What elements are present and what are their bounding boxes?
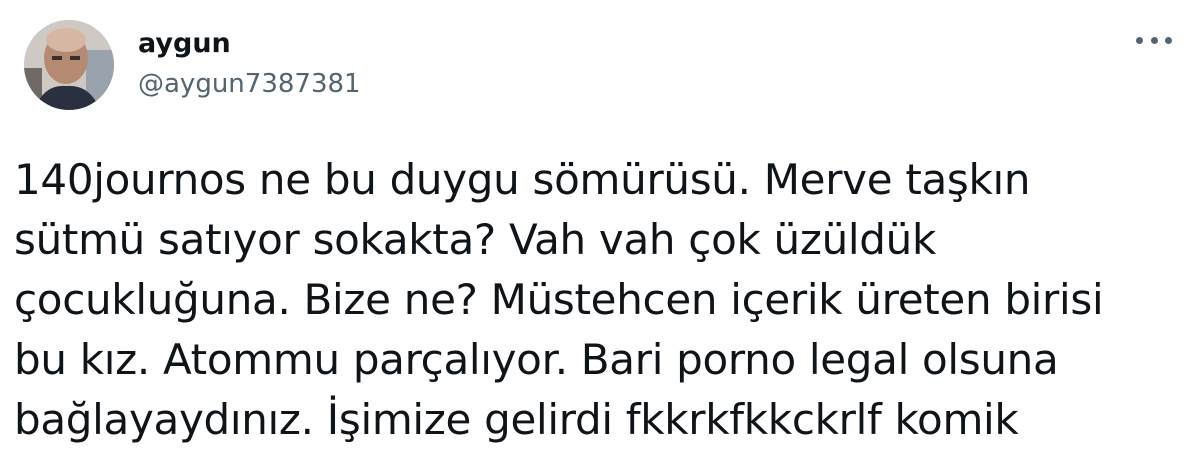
tweet-card: aygun @aygun7387381 140journos ne bu duy… (0, 0, 1200, 451)
more-options-button[interactable] (1136, 28, 1172, 52)
tweet-text: 140journos ne bu duygu sömürüsü. Merve t… (14, 150, 1184, 450)
tweet-line: sütmü satıyor sokakta? Vah vah çok üzüld… (14, 215, 937, 264)
user-avatar-photo-icon (24, 20, 114, 110)
more-dot (1165, 36, 1172, 44)
avatar[interactable] (24, 20, 114, 110)
more-dot (1150, 36, 1158, 44)
author-handle[interactable]: @aygun7387381 (138, 68, 361, 100)
author-name[interactable]: aygun (138, 28, 231, 60)
tweet-line: çocukluğuna. Bize ne? Müstehcen içerik ü… (14, 275, 1104, 324)
tweet-line: 140journos ne bu duygu sömürüsü. Merve t… (14, 155, 1031, 204)
tweet-line: bu kız. Atommu parçalıyor. Bari porno le… (14, 335, 1059, 384)
more-horizontal-icon (1136, 36, 1143, 44)
tweet-line: bağlayaydınız. İşimize gelirdi fkkrkfkkc… (14, 395, 1019, 444)
